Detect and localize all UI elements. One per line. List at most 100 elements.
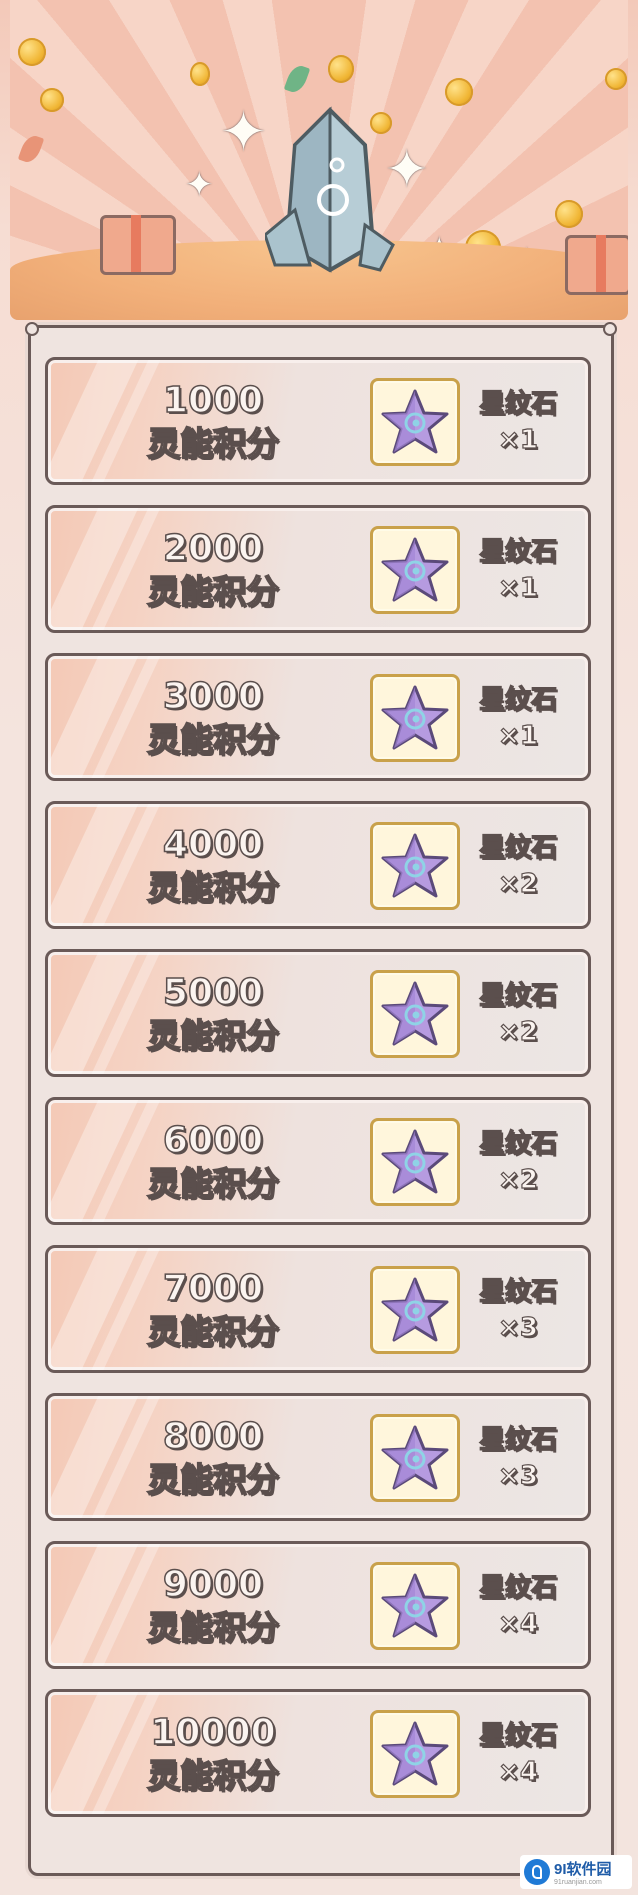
points-label: 灵能积分: [146, 423, 280, 464]
reward-row[interactable]: 10000 灵能积分 星纹石 ×4: [45, 1689, 591, 1817]
star-stone-icon: [381, 1129, 449, 1194]
reward-row[interactable]: 4000 灵能积分 星纹石 ×2: [45, 801, 591, 929]
points-requirement: 9000 灵能积分: [98, 1563, 328, 1650]
reward-item-quantity: ×4: [497, 1756, 538, 1787]
coin-icon: [190, 62, 210, 86]
reward-item-slot[interactable]: [370, 1562, 460, 1650]
star-stone-icon: [381, 389, 449, 454]
points-label: 灵能积分: [146, 1607, 280, 1648]
reward-item-quantity: ×2: [497, 1164, 538, 1195]
reward-item-name: 星纹石: [478, 684, 557, 715]
coin-icon: [328, 55, 354, 83]
reward-item-quantity: ×1: [497, 424, 538, 455]
reward-row[interactable]: 6000 灵能积分 星纹石 ×2: [45, 1097, 591, 1225]
reward-item-name: 星纹石: [478, 1424, 557, 1455]
reward-item-slot[interactable]: [370, 822, 460, 910]
points-requirement: 4000 灵能积分: [98, 823, 328, 910]
points-value: 7000: [162, 1267, 264, 1310]
panel-corner: [603, 322, 617, 336]
coin-icon: [18, 38, 46, 66]
reward-row[interactable]: 3000 灵能积分 星纹石 ×1: [45, 653, 591, 781]
points-value: 5000: [162, 971, 264, 1014]
reward-item-name: 星纹石: [478, 1128, 557, 1159]
reward-item-slot[interactable]: [370, 970, 460, 1058]
reward-item-slot[interactable]: [370, 1266, 460, 1354]
reward-row[interactable]: 2000 灵能积分 星纹石 ×1: [45, 505, 591, 633]
points-label: 灵能积分: [146, 1163, 280, 1204]
points-value: 8000: [162, 1415, 264, 1458]
site-logo-icon: [524, 1859, 550, 1885]
reward-item-slot[interactable]: [370, 526, 460, 614]
reward-item-name: 星纹石: [478, 980, 557, 1011]
points-label: 灵能积分: [146, 1311, 280, 1352]
points-label: 灵能积分: [146, 719, 280, 760]
points-requirement: 1000 灵能积分: [98, 379, 328, 466]
reward-item-quantity: ×1: [497, 720, 538, 751]
reward-item-name: 星纹石: [478, 1720, 557, 1751]
reward-item-name: 星纹石: [478, 1276, 557, 1307]
reward-row[interactable]: 7000 灵能积分 星纹石 ×3: [45, 1245, 591, 1373]
points-label: 灵能积分: [146, 571, 280, 612]
points-label: 灵能积分: [146, 1459, 280, 1500]
reward-item-name: 星纹石: [478, 1572, 557, 1603]
star-stone-icon: [381, 981, 449, 1046]
reward-row[interactable]: 9000 灵能积分 星纹石 ×4: [45, 1541, 591, 1669]
gift-icon: [100, 215, 176, 275]
reward-item-quantity: ×3: [497, 1460, 538, 1491]
gift-icon: [565, 235, 628, 295]
star-stone-icon: [381, 685, 449, 750]
reward-item-name: 星纹石: [478, 832, 557, 863]
site-watermark: 9I软件园 91ruanjian.com: [520, 1855, 632, 1889]
star-stone-icon: [381, 1277, 449, 1342]
points-requirement: 5000 灵能积分: [98, 971, 328, 1058]
sparkle-icon: ✦: [185, 165, 214, 205]
star-stone-icon: [381, 1573, 449, 1638]
reward-item-name: 星纹石: [478, 388, 557, 419]
coin-icon: [445, 78, 473, 106]
points-value: 3000: [162, 675, 264, 718]
sparkle-icon: ✦: [220, 100, 267, 165]
points-value: 1000: [162, 379, 264, 422]
coin-icon: [555, 200, 583, 228]
points-requirement: 10000 灵能积分: [98, 1711, 328, 1798]
reward-item-slot[interactable]: [370, 1118, 460, 1206]
points-requirement: 2000 灵能积分: [98, 527, 328, 614]
points-label: 灵能积分: [146, 1755, 280, 1796]
points-requirement: 6000 灵能积分: [98, 1119, 328, 1206]
reward-item-quantity: ×3: [497, 1312, 538, 1343]
points-value: 10000: [150, 1711, 277, 1754]
reward-item-quantity: ×4: [497, 1608, 538, 1639]
star-stone-icon: [381, 1425, 449, 1490]
reward-item-quantity: ×1: [497, 572, 538, 603]
points-value: 2000: [162, 527, 264, 570]
coin-icon: [605, 68, 627, 90]
watermark-brand: 9I软件园: [554, 1861, 612, 1878]
star-stone-icon: [381, 833, 449, 898]
watermark-site: 91ruanjian.com: [554, 1879, 602, 1886]
reward-row[interactable]: 1000 灵能积分 星纹石 ×1: [45, 357, 591, 485]
points-value: 6000: [162, 1119, 264, 1162]
points-label: 灵能积分: [146, 1015, 280, 1056]
reward-row[interactable]: 8000 灵能积分 星纹石 ×3: [45, 1393, 591, 1521]
reward-row[interactable]: 5000 灵能积分 星纹石 ×2: [45, 949, 591, 1077]
points-requirement: 3000 灵能积分: [98, 675, 328, 762]
header-banner: ✦ ✦ ✦ ✦ ✦: [10, 0, 628, 320]
crystal-icon: [263, 105, 395, 275]
points-requirement: 7000 灵能积分: [98, 1267, 328, 1354]
points-requirement: 8000 灵能积分: [98, 1415, 328, 1502]
reward-item-quantity: ×2: [497, 868, 538, 899]
reward-item-name: 星纹石: [478, 536, 557, 567]
points-label: 灵能积分: [146, 867, 280, 908]
reward-item-slot[interactable]: [370, 378, 460, 466]
star-stone-icon: [381, 537, 449, 602]
coin-icon: [40, 88, 64, 112]
panel-corner: [25, 322, 39, 336]
star-stone-icon: [381, 1721, 449, 1786]
reward-item-slot[interactable]: [370, 1710, 460, 1798]
points-value: 9000: [162, 1563, 264, 1606]
leaf-icon: [17, 132, 45, 166]
points-value: 4000: [162, 823, 264, 866]
leaf-icon: [283, 62, 311, 96]
reward-item-slot[interactable]: [370, 674, 460, 762]
reward-item-slot[interactable]: [370, 1414, 460, 1502]
